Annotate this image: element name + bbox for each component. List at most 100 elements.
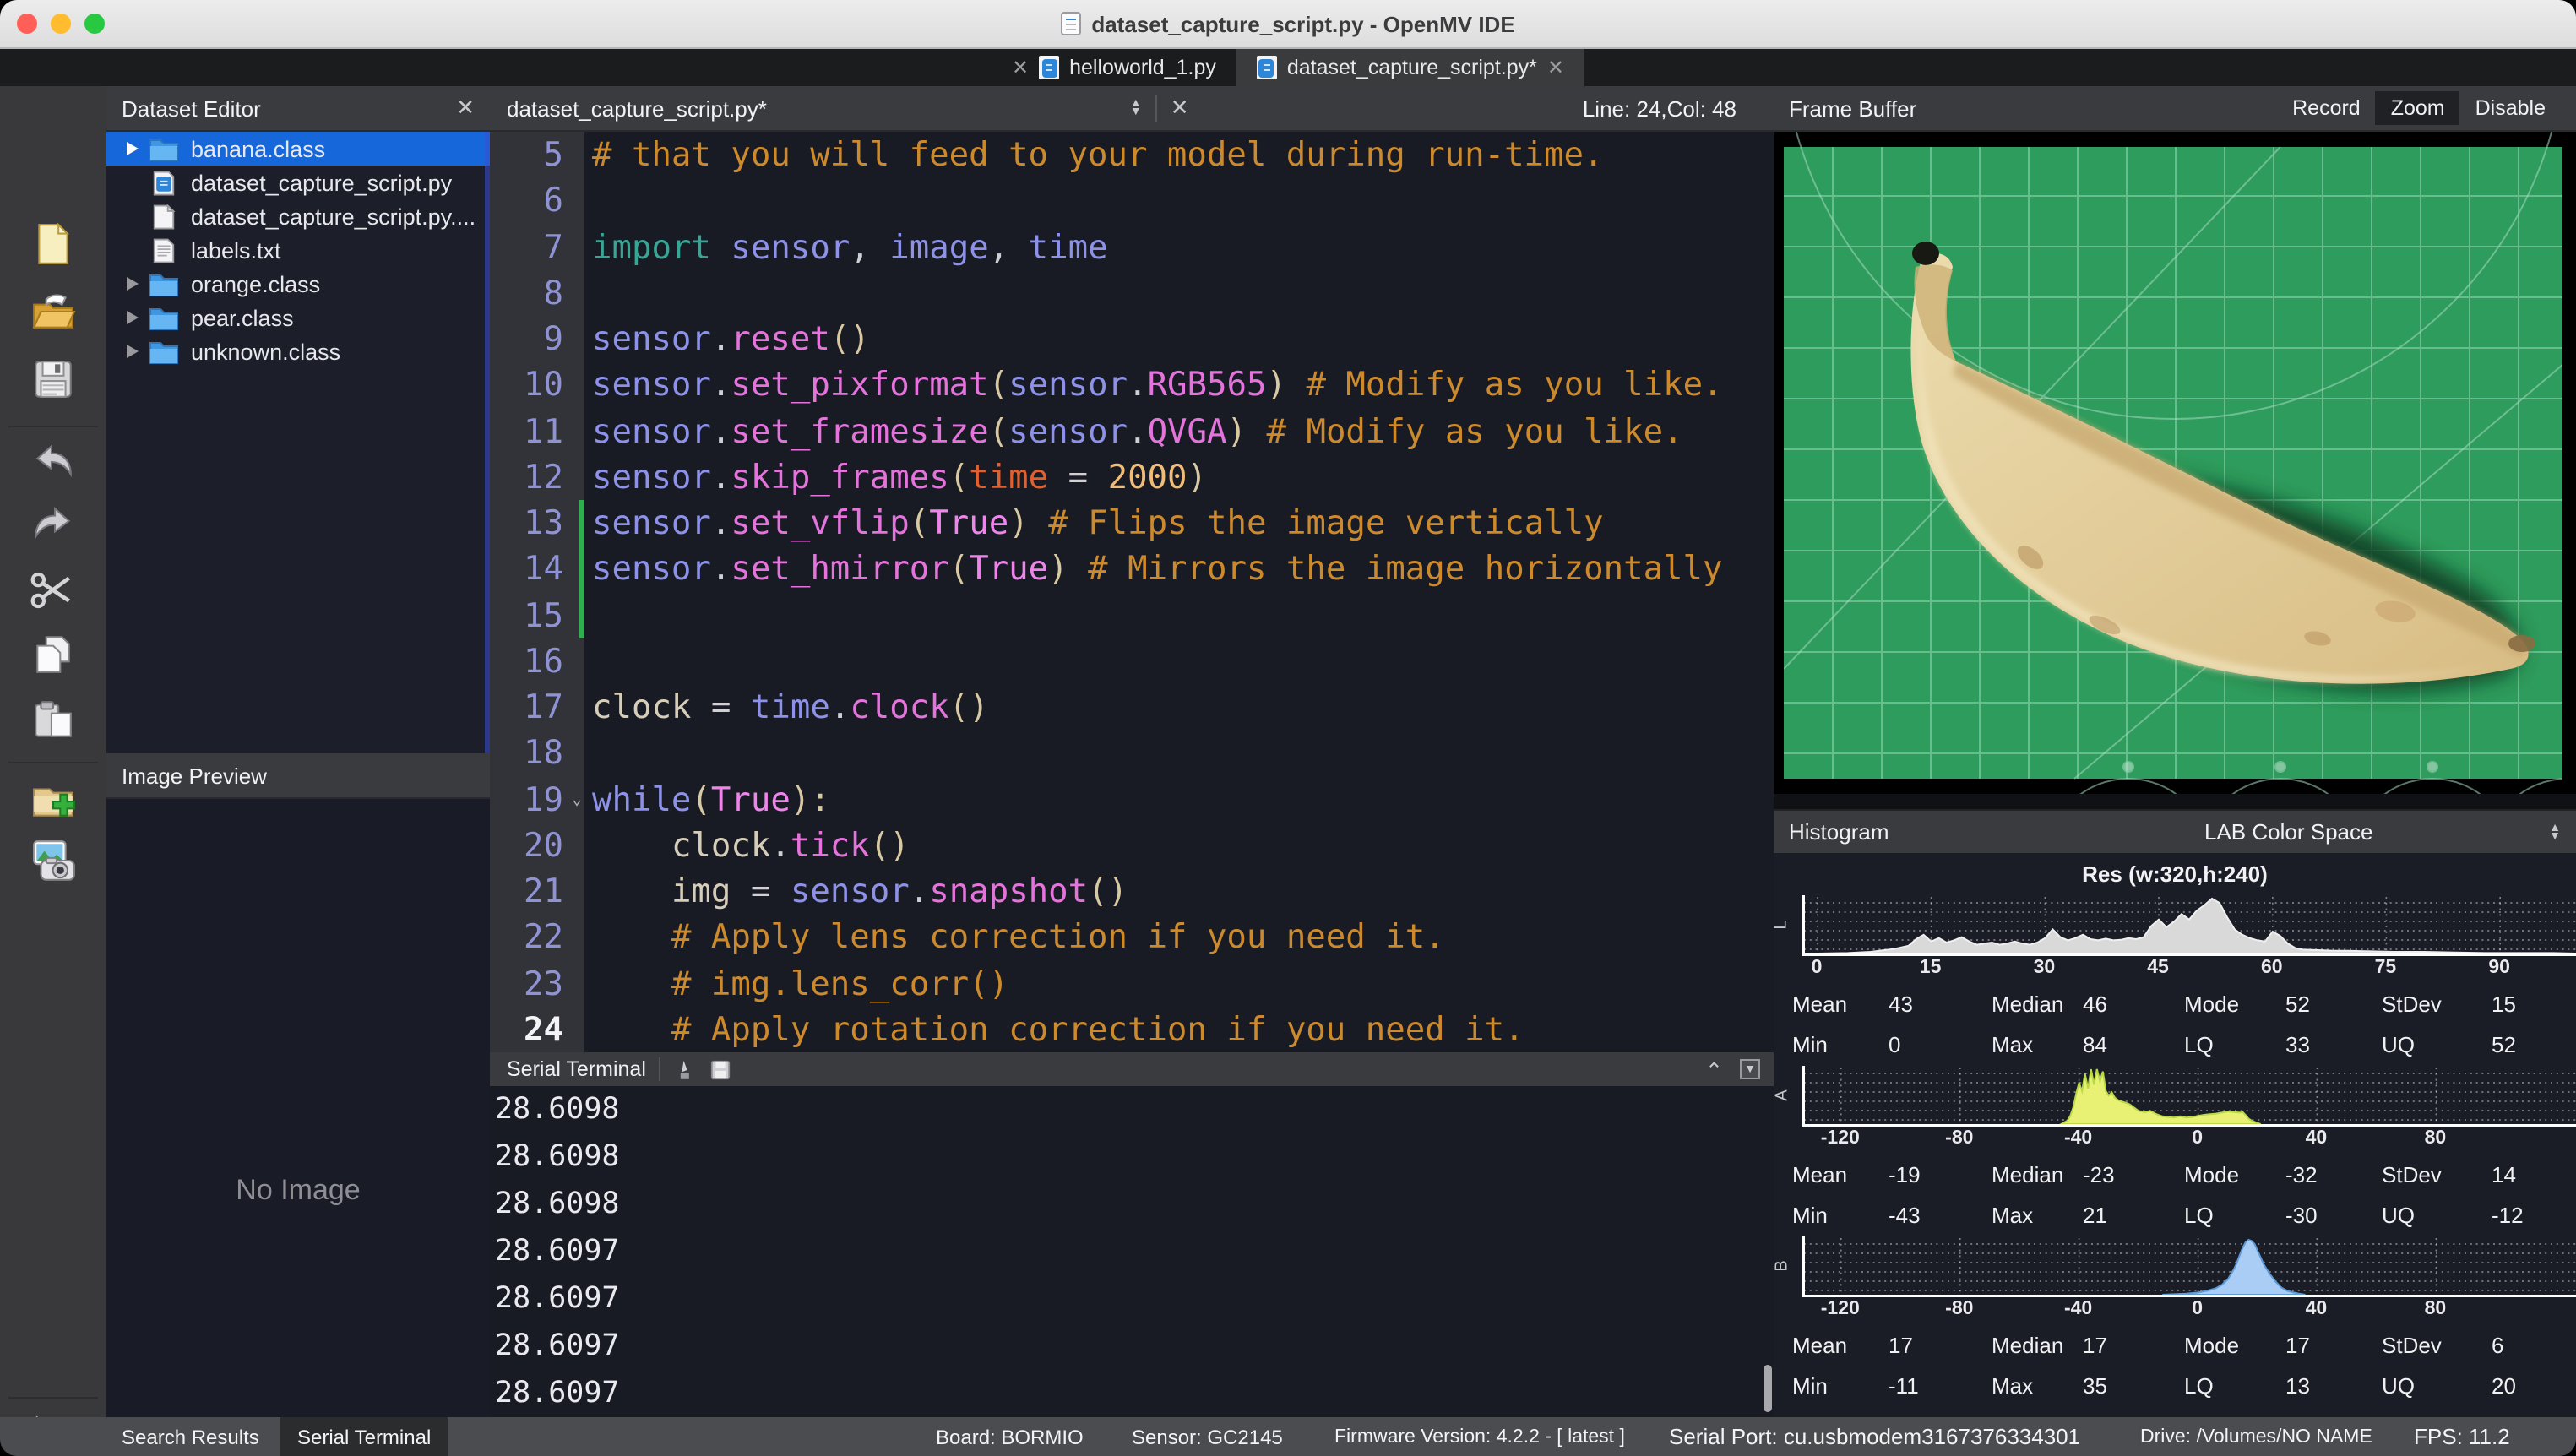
channel-plot xyxy=(1802,895,2575,956)
line-number: 6 xyxy=(490,178,584,225)
axis-tick-label: -120 xyxy=(1821,1128,1860,1149)
axis-tick-label: 0 xyxy=(2192,1299,2203,1319)
close-icon[interactable]: ✕ xyxy=(456,95,475,122)
close-editor-icon[interactable]: ✕ xyxy=(1171,95,1189,122)
code-editor-panel: dataset_capture_script.py* ▲▼ ✕ Line: 24… xyxy=(490,86,1774,1417)
code-line-7[interactable]: import sensor, image, time xyxy=(584,224,1774,270)
save-log-icon[interactable] xyxy=(710,1058,732,1080)
code-line-9[interactable]: sensor.reset() xyxy=(584,316,1774,362)
stat-value: 6 xyxy=(2492,1332,2573,1357)
open-folder-icon[interactable] xyxy=(30,289,76,334)
expand-triangle-icon[interactable] xyxy=(127,311,139,324)
record-button[interactable]: Record xyxy=(2277,91,2376,125)
tab-label: dataset_capture_script.py* xyxy=(1287,56,1537,79)
line-number: 11 xyxy=(490,408,584,454)
dataset-editor-title: Dataset Editor xyxy=(122,95,261,121)
tree-item-dataset-capture-script-py[interactable]: dataset_capture_script.py xyxy=(106,166,490,199)
code-line-13[interactable]: sensor.set_vflip(True) # Flips the image… xyxy=(584,500,1774,546)
code-line-17[interactable]: clock = time.clock() xyxy=(584,684,1774,731)
line-number: 21 xyxy=(490,868,584,915)
tree-item-label: banana.class xyxy=(191,136,325,161)
disable-button[interactable]: Disable xyxy=(2460,91,2561,125)
code-line-5[interactable]: # that you will feed to your model durin… xyxy=(584,132,1774,178)
stat-label: Median xyxy=(1992,1332,2083,1357)
openmv-ide-window: dataset_capture_script.py - OpenMV IDE ✕… xyxy=(0,0,2576,1456)
capture-image-icon[interactable] xyxy=(30,838,76,883)
dataset-tree: banana.class dataset_capture_script.pydat… xyxy=(106,132,490,753)
status-tab-serial-terminal[interactable]: Serial Terminal xyxy=(280,1417,448,1456)
undo-icon[interactable] xyxy=(30,439,76,485)
code-line-12[interactable]: sensor.skip_frames(time = 2000) xyxy=(584,454,1774,501)
expand-triangle-icon[interactable] xyxy=(127,345,139,358)
tab-close-icon[interactable]: ✕ xyxy=(1547,56,1564,79)
doc-switcher-spinner[interactable]: ▲▼ xyxy=(1130,100,1142,117)
status-tab-search-results[interactable]: Search Results xyxy=(105,1417,276,1456)
code-line-20[interactable]: clock.tick() xyxy=(584,823,1774,869)
cut-icon[interactable] xyxy=(30,568,76,613)
tree-item-pear-class[interactable]: pear.class xyxy=(106,301,490,334)
color-space-select[interactable]: LAB Color Space xyxy=(2204,819,2372,845)
tree-item-label: dataset_capture_script.py xyxy=(191,170,452,195)
status-item-fps: FPS: 11.2 xyxy=(2414,1417,2510,1456)
axis-tick-label: -120 xyxy=(1821,1299,1860,1319)
zoom-button[interactable]: Zoom xyxy=(2376,91,2460,125)
titlebar: dataset_capture_script.py - OpenMV IDE xyxy=(0,0,2576,49)
code-line-14[interactable]: sensor.set_hmirror(True) # Mirrors the i… xyxy=(584,546,1774,593)
axis-tick-label: -80 xyxy=(1945,1299,1973,1319)
new-class-folder-icon[interactable] xyxy=(30,777,76,823)
code-line-22[interactable]: # Apply lens correction if you need it. xyxy=(584,915,1774,961)
python-file-icon xyxy=(1039,56,1059,79)
collapse-terminal-icon[interactable]: ⌃ xyxy=(1705,1057,1723,1082)
tab-bar: ✕helloworld_1.pydataset_capture_script.p… xyxy=(0,49,2576,86)
detach-terminal-icon[interactable]: ▼ xyxy=(1740,1059,1760,1079)
image-preview-panel: No Image xyxy=(106,799,490,1417)
axis-tick-label: -80 xyxy=(1945,1128,1973,1149)
code-line-6[interactable] xyxy=(584,178,1774,225)
tree-item-orange-class[interactable]: orange.class xyxy=(106,267,490,301)
code-area[interactable]: 5678910111213141516171819⌄202122232425 #… xyxy=(490,132,1774,1052)
copy-icon[interactable] xyxy=(30,632,76,677)
code-line-21[interactable]: img = sensor.snapshot() xyxy=(584,868,1774,915)
line-number: 23 xyxy=(490,960,584,1007)
tree-item-unknown-class[interactable]: unknown.class xyxy=(106,334,490,368)
code-line-16[interactable] xyxy=(584,638,1774,685)
code-line-23[interactable]: # img.lens_corr() xyxy=(584,960,1774,1007)
redo-icon[interactable] xyxy=(30,502,76,547)
code-line-19[interactable]: while(True): xyxy=(584,776,1774,823)
serial-terminal-title: Serial Terminal xyxy=(507,1057,646,1081)
tree-item-dataset-capture-script-py-[interactable]: dataset_capture_script.py.... xyxy=(106,199,490,233)
axis-tick-label: 80 xyxy=(2425,1128,2447,1149)
close-window-button[interactable] xyxy=(17,14,37,34)
serial-terminal-output[interactable]: 28.609828.609828.609828.609728.609728.60… xyxy=(490,1086,1774,1417)
code-line-15[interactable] xyxy=(584,592,1774,638)
serial-scrollbar-thumb[interactable] xyxy=(1764,1365,1772,1412)
channel-axis: -120-80-4004080 xyxy=(1802,1299,2575,1321)
editor-tab[interactable]: dataset_capture_script.py* ✕ xyxy=(1236,49,1584,86)
code-line-24[interactable]: # Apply rotation correction if you need … xyxy=(584,1007,1774,1053)
color-space-spinner-icon[interactable]: ▲▼ xyxy=(2549,823,2561,840)
paste-icon[interactable] xyxy=(30,698,76,743)
fold-arrow-icon[interactable]: ⌄ xyxy=(572,776,582,823)
channel-stats: Mean-19Median-23Mode-32StDev14Min-43Max2… xyxy=(1792,1154,2573,1235)
tree-item-labels-txt[interactable]: labels.txt xyxy=(106,233,490,267)
code-line-18[interactable] xyxy=(584,731,1774,777)
expand-triangle-icon[interactable] xyxy=(127,142,139,155)
stat-label: Median xyxy=(1992,1161,2083,1187)
tab-close-icon[interactable]: ✕ xyxy=(1012,56,1029,79)
channel-label: B xyxy=(1774,1260,1792,1271)
minimize-window-button[interactable] xyxy=(51,14,71,34)
editor-doc-title[interactable]: dataset_capture_script.py* xyxy=(507,95,767,121)
code-line-8[interactable] xyxy=(584,270,1774,317)
channel-label: A xyxy=(1774,1089,1792,1100)
code-line-11[interactable]: sensor.set_framesize(sensor.QVGA) # Modi… xyxy=(584,408,1774,454)
editor-tab[interactable]: ✕helloworld_1.py xyxy=(992,49,1236,86)
new-file-icon[interactable] xyxy=(30,221,76,267)
code-line-10[interactable]: sensor.set_pixformat(sensor.RGB565) # Mo… xyxy=(584,362,1774,409)
zoom-window-button[interactable] xyxy=(84,14,105,34)
axis-tick-label: 40 xyxy=(2306,1299,2328,1319)
save-icon[interactable] xyxy=(30,356,76,402)
axis-tick-label: 45 xyxy=(2147,958,2169,978)
expand-triangle-icon[interactable] xyxy=(127,277,139,291)
tree-item-banana-class[interactable]: banana.class xyxy=(106,132,490,166)
clear-terminal-icon[interactable] xyxy=(675,1058,697,1080)
